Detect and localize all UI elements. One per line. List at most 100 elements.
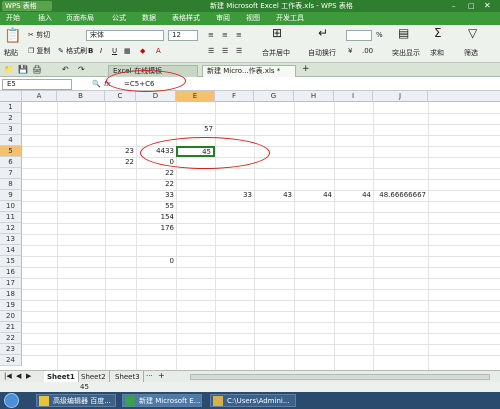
italic-button[interactable]: I	[100, 47, 102, 56]
column-header-i[interactable]: I	[334, 91, 373, 102]
cell-d11[interactable]: 154	[136, 212, 176, 223]
menu-review[interactable]: 审阅	[216, 12, 230, 25]
row-header[interactable]: 2	[0, 113, 22, 124]
row-header[interactable]: 3	[0, 124, 22, 135]
column-header-g[interactable]: G	[254, 91, 294, 102]
menu-developer[interactable]: 开发工具	[276, 12, 304, 25]
menu-table-style[interactable]: 表格样式	[172, 12, 200, 25]
align-right-icon[interactable]: ☰	[236, 47, 242, 56]
name-box[interactable]: E5	[2, 79, 72, 90]
wrap-text-icon[interactable]: ↵	[318, 27, 328, 39]
row-header[interactable]: 12	[0, 223, 22, 234]
first-sheet-icon[interactable]: |◀	[4, 372, 12, 380]
undo-icon[interactable]: ↶	[62, 65, 69, 74]
row-header[interactable]: 13	[0, 234, 22, 245]
menu-formula[interactable]: 公式	[112, 12, 126, 25]
row-header[interactable]: 24	[0, 355, 22, 366]
column-header-h[interactable]: H	[294, 91, 334, 102]
cell-j9[interactable]: 48.66666667	[373, 190, 428, 201]
cell-c6[interactable]: 22	[105, 157, 136, 168]
column-header-f[interactable]: F	[215, 91, 254, 102]
cell-d15[interactable]: 0	[136, 256, 176, 267]
row-header[interactable]: 17	[0, 278, 22, 289]
cell-i9[interactable]: 44	[334, 190, 373, 201]
filter-icon[interactable]: ▽	[468, 27, 477, 39]
cell-g9[interactable]: 43	[254, 190, 294, 201]
cell-h9[interactable]: 44	[294, 190, 334, 201]
row-header[interactable]: 5	[0, 146, 22, 157]
column-header-b[interactable]: B	[57, 91, 105, 102]
start-button[interactable]	[4, 393, 19, 408]
close-icon[interactable]: ✕	[484, 2, 494, 10]
sum-icon[interactable]: Σ	[434, 27, 442, 39]
row-header[interactable]: 19	[0, 300, 22, 311]
column-header-d[interactable]: D	[136, 91, 176, 102]
row-header[interactable]: 20	[0, 311, 22, 322]
border-icon[interactable]: ▦	[124, 47, 131, 56]
tab-workbook[interactable]: 新建 Micro...作表.xls *	[202, 65, 296, 77]
menu-data[interactable]: 数据	[142, 12, 156, 25]
menu-insert[interactable]: 插入	[38, 12, 52, 25]
zoom-magnifier-icon[interactable]: 🔍	[92, 80, 101, 88]
column-header-e[interactable]: E	[176, 91, 215, 102]
menu-view[interactable]: 视图	[246, 12, 260, 25]
cell-d10[interactable]: 55	[136, 201, 176, 212]
cell-d8[interactable]: 22	[136, 179, 176, 190]
row-header[interactable]: 7	[0, 168, 22, 179]
row-header[interactable]: 1	[0, 102, 22, 113]
prev-sheet-icon[interactable]: ◀	[16, 372, 21, 380]
filter-button[interactable]: 筛选	[464, 49, 478, 58]
sum-button[interactable]: 求和	[430, 49, 444, 58]
row-header[interactable]: 11	[0, 212, 22, 223]
menu-home[interactable]: 开始	[6, 12, 20, 25]
sheet-more-icon[interactable]: ···	[146, 372, 153, 380]
font-name-select[interactable]: 宋体	[86, 30, 164, 41]
cell-f9[interactable]: 33	[215, 190, 254, 201]
maximize-icon[interactable]: □	[468, 2, 476, 10]
percent-button[interactable]: %	[376, 31, 383, 40]
row-header[interactable]: 10	[0, 201, 22, 212]
number-format-select[interactable]	[346, 30, 372, 41]
align-center-icon[interactable]: ☰	[222, 47, 228, 56]
row-header[interactable]: 8	[0, 179, 22, 190]
font-color-icon[interactable]: A	[156, 47, 161, 56]
cell-e3[interactable]: 57	[176, 124, 215, 135]
align-left-icon[interactable]: ☰	[208, 47, 214, 56]
cell-d12[interactable]: 176	[136, 223, 176, 234]
bold-button[interactable]: B	[88, 47, 93, 56]
highlight-button[interactable]: 突出显示	[392, 49, 420, 58]
paste-button[interactable]: 粘贴	[4, 49, 18, 58]
row-header[interactable]: 18	[0, 289, 22, 300]
redo-icon[interactable]: ↷	[78, 65, 85, 74]
align-bottom-icon[interactable]: ≡	[236, 31, 242, 40]
row-header[interactable]: 4	[0, 135, 22, 146]
select-all-corner[interactable]	[0, 91, 22, 102]
row-header[interactable]: 15	[0, 256, 22, 267]
cell-d9[interactable]: 33	[136, 190, 176, 201]
underline-button[interactable]: U	[112, 47, 117, 56]
print-icon[interactable]: 🖨	[32, 65, 42, 74]
row-header[interactable]: 16	[0, 267, 22, 278]
merge-center-icon[interactable]: ⊞	[272, 27, 282, 39]
column-header-a[interactable]: A	[22, 91, 57, 102]
column-header-j[interactable]: J	[373, 91, 428, 102]
paste-icon[interactable]: 📋	[4, 29, 21, 43]
merge-center-button[interactable]: 合并居中	[262, 49, 290, 58]
next-sheet-icon[interactable]: ▶	[26, 372, 31, 380]
row-header[interactable]: 21	[0, 322, 22, 333]
row-header[interactable]: 22	[0, 333, 22, 344]
add-sheet-button[interactable]: +	[158, 371, 165, 380]
currency-icon[interactable]: ¥	[348, 47, 352, 56]
spreadsheet-grid[interactable]	[0, 91, 500, 359]
new-tab-button[interactable]: +	[302, 64, 310, 74]
cut-button[interactable]: ✂ 剪切	[28, 31, 50, 40]
minimize-icon[interactable]: –	[452, 2, 460, 10]
font-size-select[interactable]: 12	[168, 30, 198, 41]
column-header-c[interactable]: C	[105, 91, 136, 102]
row-header[interactable]: 9	[0, 190, 22, 201]
align-middle-icon[interactable]: ≡	[222, 31, 228, 40]
cell-c5[interactable]: 23	[105, 146, 136, 157]
decimal-icon[interactable]: .00	[362, 47, 373, 56]
fill-color-icon[interactable]: ◆	[140, 47, 145, 56]
menu-page-layout[interactable]: 页面布局	[66, 12, 94, 25]
